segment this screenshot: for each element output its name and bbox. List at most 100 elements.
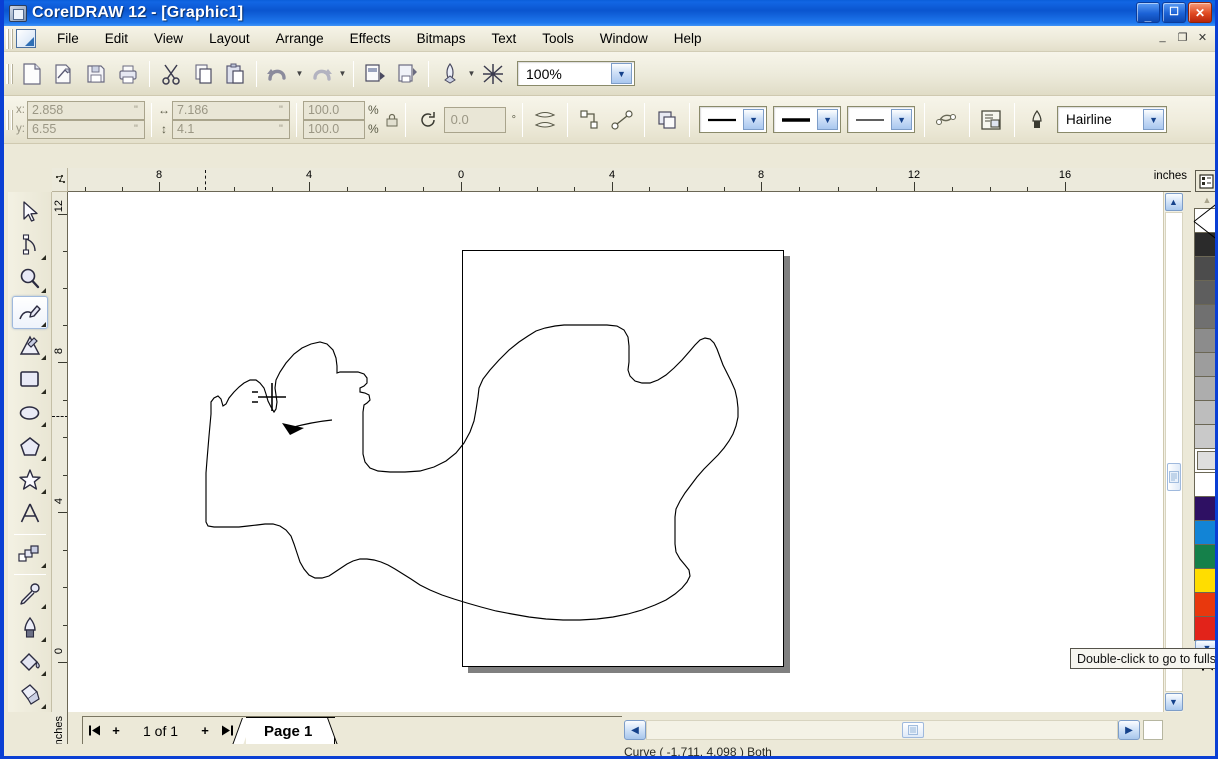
palette-swatch-black[interactable] — [1194, 232, 1215, 257]
close-button[interactable]: ✕ — [1188, 2, 1212, 23]
flyout-arrow-icon[interactable] — [40, 670, 46, 676]
maximize-button[interactable]: ☐ — [1162, 2, 1186, 23]
interactive-blend-tool[interactable] — [12, 538, 48, 570]
vertical-scrollbar[interactable]: ▲ ▼ — [1163, 192, 1183, 712]
vertical-scroll-track[interactable] — [1164, 212, 1183, 692]
palette-swatch-red[interactable] — [1194, 616, 1215, 641]
flyout-arrow-icon[interactable] — [40, 422, 46, 428]
palette-swatch-no-color[interactable] — [1194, 208, 1215, 233]
convert-outline-icon[interactable] — [931, 104, 963, 136]
polygon-tool[interactable] — [12, 430, 48, 462]
outline-pen-tool[interactable] — [12, 612, 48, 644]
menu-text[interactable]: Text — [478, 28, 529, 49]
palette-swatch-gray-50[interactable] — [1194, 352, 1215, 377]
smart-drawing-tool[interactable] — [12, 330, 48, 362]
to-curves-icon[interactable] — [574, 104, 606, 136]
freehand-drawing[interactable] — [68, 192, 1163, 712]
flyout-arrow-icon[interactable] — [40, 388, 46, 394]
color-palette[interactable]: ▲ ▼ — [1194, 192, 1215, 712]
flyout-arrow-icon[interactable] — [40, 637, 46, 643]
menu-help[interactable]: Help — [661, 28, 715, 49]
vertical-ruler[interactable]: 12 8 4 0 — [52, 192, 68, 712]
palette-swatch-gray-80[interactable] — [1194, 280, 1215, 305]
rectangle-tool[interactable] — [12, 363, 48, 395]
menu-effects[interactable]: Effects — [337, 28, 404, 49]
undo-icon[interactable] — [263, 59, 293, 89]
menu-view[interactable]: View — [141, 28, 196, 49]
menu-window[interactable]: Window — [587, 28, 661, 49]
rotation-field[interactable]: 0.0 — [443, 106, 506, 133]
palette-swatch-orange-red[interactable] — [1194, 592, 1215, 617]
new-icon[interactable] — [17, 59, 47, 89]
menu-edit[interactable]: Edit — [92, 28, 141, 49]
flyout-arrow-icon[interactable] — [40, 704, 46, 710]
toolbar-grip[interactable] — [6, 63, 13, 84]
document-navigator-button[interactable] — [1195, 170, 1215, 192]
scroll-down-arrow-icon[interactable]: ▼ — [1164, 693, 1183, 711]
pick-tool[interactable] — [12, 196, 48, 228]
flyout-arrow-icon[interactable] — [40, 489, 46, 495]
ruler-origin-button[interactable] — [52, 168, 68, 192]
lock-ratio-icon[interactable] — [385, 112, 399, 128]
mirror-horizontal-icon[interactable] — [529, 104, 561, 136]
propbar-grip[interactable] — [6, 109, 13, 130]
star-tool[interactable] — [12, 464, 48, 496]
width-field[interactable]: 7.186 " — [171, 100, 290, 120]
vertical-scroll-thumb[interactable] — [1166, 463, 1181, 491]
y-field[interactable]: 6.55 " — [26, 119, 145, 139]
scroll-right-arrow-icon[interactable]: ▶ — [1118, 720, 1140, 740]
palette-swatch-blue[interactable] — [1194, 520, 1215, 545]
export-icon[interactable] — [392, 59, 422, 89]
chevron-down-icon[interactable]: ▼ — [611, 63, 632, 84]
zoom-tool[interactable] — [12, 263, 48, 295]
menu-file[interactable]: File — [44, 28, 92, 49]
palette-swatch-gray-10[interactable] — [1194, 448, 1215, 473]
outline-width-combo[interactable]: Hairline ▼ — [1057, 106, 1168, 133]
horizontal-scroll-thumb[interactable] — [902, 722, 924, 738]
corel-online-icon[interactable] — [478, 59, 508, 89]
zoom-level-combo[interactable]: 100% ▼ — [517, 61, 635, 86]
mdi-close-button[interactable]: ✕ — [1194, 29, 1211, 45]
palette-swatch-gray-20[interactable] — [1194, 424, 1215, 449]
flyout-arrow-icon[interactable] — [40, 321, 46, 327]
outline-style-combo-3[interactable]: ▼ — [847, 106, 916, 133]
text-tool[interactable] — [12, 497, 48, 529]
add-page-after-button[interactable]: + — [194, 719, 216, 743]
outline-style-combo-1[interactable]: ▼ — [699, 106, 768, 133]
convert-line-icon[interactable] — [606, 104, 638, 136]
scroll-left-arrow-icon[interactable]: ◀ — [624, 720, 646, 740]
open-icon[interactable] — [49, 59, 79, 89]
palette-swatch-gray-60[interactable] — [1194, 328, 1215, 353]
height-field[interactable]: 4.1 " — [171, 119, 290, 139]
interactive-fill-tool[interactable] — [12, 679, 48, 711]
mdi-minimize-button[interactable]: _ — [1154, 29, 1171, 45]
x-field[interactable]: 2.858 " — [26, 100, 145, 120]
document-icon[interactable] — [16, 29, 36, 48]
flyout-arrow-icon[interactable] — [40, 355, 46, 361]
palette-swatch-gray-30[interactable] — [1194, 400, 1215, 425]
eyedropper-tool[interactable] — [12, 578, 48, 610]
app-launcher-dropdown-arrow[interactable]: ▼ — [466, 61, 477, 87]
chevron-down-icon[interactable]: ▼ — [817, 109, 839, 130]
scroll-up-arrow-icon[interactable]: ▲ — [1164, 193, 1183, 211]
flyout-arrow-icon[interactable] — [40, 455, 46, 461]
flyout-arrow-icon[interactable] — [40, 563, 46, 569]
print-icon[interactable] — [113, 59, 143, 89]
wrap-text-icon[interactable] — [651, 104, 683, 136]
menu-arrange[interactable]: Arrange — [263, 28, 337, 49]
freehand-tool[interactable] — [11, 296, 48, 329]
chevron-down-icon[interactable]: ▼ — [891, 109, 913, 130]
save-icon[interactable] — [81, 59, 111, 89]
horizontal-scrollbar[interactable]: ◀ ▶ — [624, 718, 1163, 742]
menu-bitmaps[interactable]: Bitmaps — [404, 28, 479, 49]
drawing-canvas[interactable] — [68, 192, 1163, 712]
scale-v-field[interactable]: 100.0 — [302, 119, 365, 139]
cut-icon[interactable] — [156, 59, 186, 89]
palette-swatch-yellow[interactable] — [1194, 568, 1215, 593]
copy-icon[interactable] — [188, 59, 218, 89]
flyout-arrow-icon[interactable] — [40, 603, 46, 609]
redo-dropdown-arrow[interactable]: ▼ — [337, 61, 348, 87]
outline-style-combo-2[interactable]: ▼ — [773, 106, 842, 133]
palette-swatch-gray-40[interactable] — [1194, 376, 1215, 401]
first-page-button[interactable] — [83, 719, 105, 743]
